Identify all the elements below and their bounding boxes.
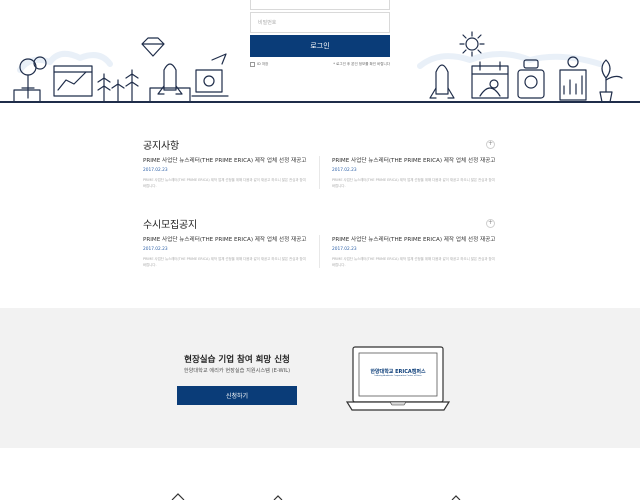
laptop-screen-logo: 한양대학교 ERICA캠퍼스 Industry-Academic Coopera… bbox=[366, 368, 430, 377]
notice-more-button[interactable]: + bbox=[486, 139, 495, 149]
post-title[interactable]: PRIME 사업단 뉴스레터(THE PRIME ERICA) 제작 업체 선정… bbox=[143, 235, 309, 243]
post-date: 2017.02.23 bbox=[143, 247, 168, 252]
post-summary: PRIME 사업단 뉴스레터(THE PRIME ERICA) 제작 업체 선정… bbox=[143, 178, 306, 188]
password-field[interactable]: 비밀번호 bbox=[250, 12, 390, 33]
recruit-list: PRIME 사업단 뉴스레터(THE PRIME ERICA) 제작 업체 선정… bbox=[143, 235, 495, 268]
notice-title: 공지사항 bbox=[143, 140, 179, 152]
post-date: 2017.02.23 bbox=[332, 247, 357, 252]
id-field[interactable] bbox=[250, 0, 390, 10]
university-logo-text: 한양대학교 ERICA캠퍼스 bbox=[370, 369, 426, 375]
post-date: 2017.02.23 bbox=[143, 168, 168, 173]
arrow-icon bbox=[273, 495, 283, 500]
recruit-board: 수시모집공지 + PRIME 사업단 뉴스레터(THE PRIME ERICA)… bbox=[143, 215, 495, 268]
post-title[interactable]: PRIME 사업단 뉴스레터(THE PRIME ERICA) 제작 업체 선정… bbox=[332, 235, 495, 243]
login-help-text: * 로그인 후 본인 정보를 확인 바랍니다 bbox=[333, 62, 390, 66]
internship-apply-section: 현장실습 기업 참여 희망 신청 한양대학교 에리카 현장실습 지원시스템 (E… bbox=[0, 308, 640, 448]
apply-subtitle: 한양대학교 에리카 현장실습 지원시스템 (E-WIL) bbox=[183, 368, 291, 374]
home-icon bbox=[171, 493, 185, 500]
recruit-title: 수시모집공지 bbox=[143, 219, 197, 231]
recruit-header: 수시모집공지 + bbox=[143, 215, 495, 231]
arrow-icon bbox=[451, 495, 461, 500]
post-summary: PRIME 사업단 뉴스레터(THE PRIME ERICA) 제작 업체 선정… bbox=[143, 257, 306, 267]
notice-header: 공지사항 + bbox=[143, 136, 495, 152]
remember-id-checkbox[interactable]: ID 저장 bbox=[250, 62, 268, 67]
recruit-more-button[interactable]: + bbox=[486, 218, 495, 228]
hero-ground-line bbox=[0, 101, 640, 103]
remember-id-label: ID 저장 bbox=[257, 62, 269, 66]
laptop-illustration bbox=[346, 346, 450, 411]
notice-board: 공지사항 + PRIME 사업단 뉴스레터(THE PRIME ERICA) 제… bbox=[143, 136, 495, 189]
post-summary: PRIME 사업단 뉴스레터(THE PRIME ERICA) 제작 업체 선정… bbox=[332, 257, 495, 267]
login-button[interactable]: 로그인 bbox=[250, 35, 390, 57]
apply-title: 현장실습 기업 참여 희망 신청 bbox=[184, 355, 290, 365]
checkbox-icon bbox=[250, 62, 255, 67]
list-item[interactable]: PRIME 사업단 뉴스레터(THE PRIME ERICA) 제작 업체 선정… bbox=[143, 156, 319, 189]
list-item[interactable]: PRIME 사업단 뉴스레터(THE PRIME ERICA) 제작 업체 선정… bbox=[319, 235, 495, 268]
hero-banner: 비밀번호 로그인 ID 저장 * 로그인 후 본인 정보를 확인 바랍니다 bbox=[0, 0, 640, 108]
list-item[interactable]: PRIME 사업단 뉴스레터(THE PRIME ERICA) 제작 업체 선정… bbox=[143, 235, 319, 268]
post-summary: PRIME 사업단 뉴스레터(THE PRIME ERICA) 제작 업체 선정… bbox=[332, 178, 495, 188]
notice-list: PRIME 사업단 뉴스레터(THE PRIME ERICA) 제작 업체 선정… bbox=[143, 156, 495, 189]
list-item[interactable]: PRIME 사업단 뉴스레터(THE PRIME ERICA) 제작 업체 선정… bbox=[319, 156, 495, 189]
university-logo-subtext: Industry-Academic Cooperation Center of … bbox=[374, 375, 422, 377]
apply-button[interactable]: 신청하기 bbox=[177, 386, 297, 405]
password-placeholder: 비밀번호 bbox=[258, 20, 277, 26]
login-options: ID 저장 * 로그인 후 본인 정보를 확인 바랍니다 bbox=[250, 62, 390, 67]
login-form: 비밀번호 로그인 ID 저장 * 로그인 후 본인 정보를 확인 바랍니다 bbox=[250, 0, 390, 67]
footer-icon-row bbox=[171, 493, 461, 500]
post-title[interactable]: PRIME 사업단 뉴스레터(THE PRIME ERICA) 제작 업체 선정… bbox=[332, 156, 495, 164]
post-title[interactable]: PRIME 사업단 뉴스레터(THE PRIME ERICA) 제작 업체 선정… bbox=[143, 156, 309, 164]
post-date: 2017.02.23 bbox=[332, 168, 357, 173]
